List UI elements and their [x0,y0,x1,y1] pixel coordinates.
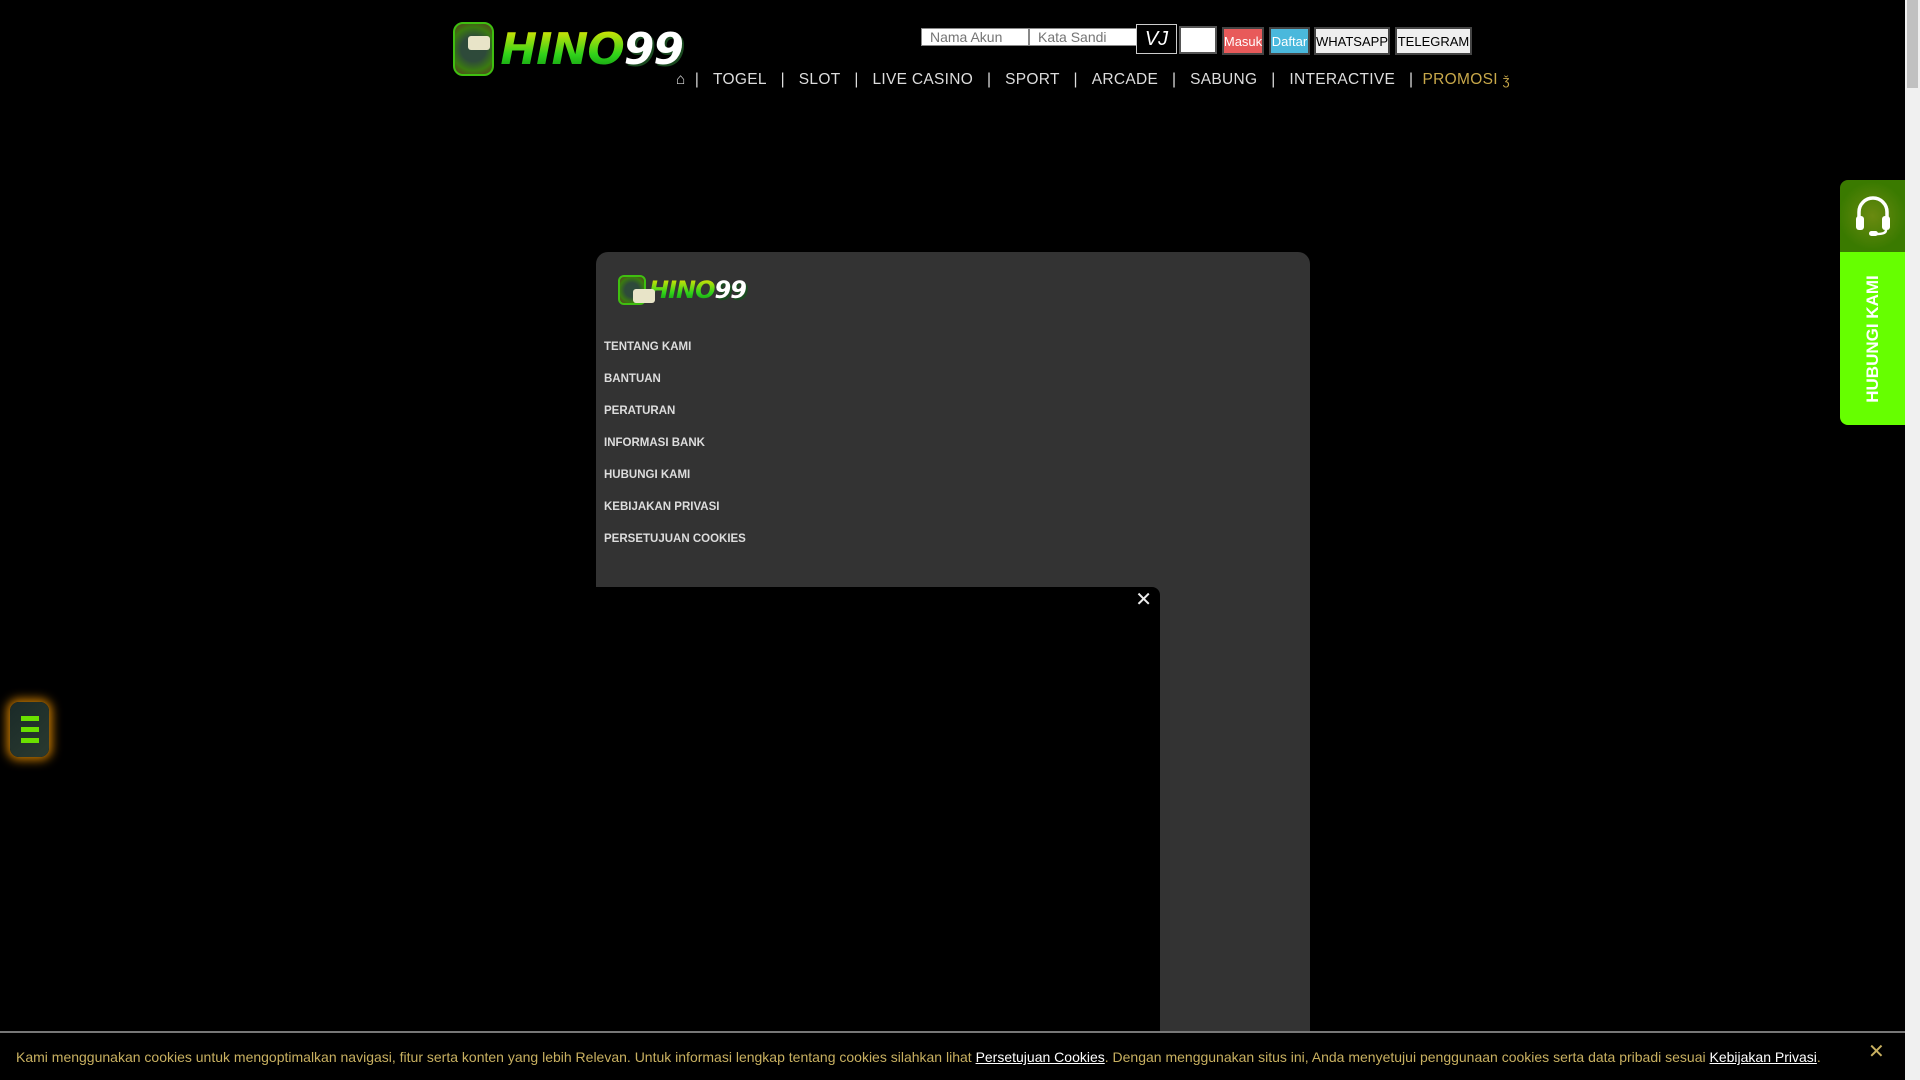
cookie-banner: Kami menggunakan cookies untuk mengoptim… [0,1031,1905,1080]
menu-toggle-button[interactable] [10,702,49,757]
cookie-text: Kami menggunakan cookies untuk mengoptim… [16,1049,976,1065]
logo-emblem-icon [453,22,495,76]
nav-item-arcade[interactable]: ARCADE [1092,71,1158,89]
telegram-button[interactable]: TELEGRAM [1395,27,1472,55]
nav-item-live-casino[interactable]: LIVE CASINO [872,71,973,89]
footer-link-tentang-kami[interactable]: TENTANG KAMI [604,341,691,353]
username-input[interactable] [921,28,1029,46]
nav-item-togel[interactable]: TOGEL [713,71,767,89]
login-button[interactable]: Masuk [1222,27,1264,55]
logo-text: HINO99 [500,23,684,75]
footer-link-bantuan[interactable]: BANTUAN [604,373,661,385]
modal-close-icon[interactable]: ✕ [1135,587,1152,612]
footer-link-informasi-bank[interactable]: INFORMASI BANK [604,437,705,449]
cookie-text: . [1816,1049,1821,1065]
main-nav: ⌂ | TOGEL | SLOT | LIVE CASINO | SPORT |… [676,69,1510,91]
home-icon[interactable]: ⌂ [676,71,686,89]
nav-item-promosi[interactable]: PROMOSI [1423,71,1498,89]
scrollbar-thumb[interactable] [1907,0,1918,88]
logo-emblem-icon [618,275,655,305]
footer-link-kebijakan-privasi[interactable]: KEBIJAKAN PRIVASI [604,501,719,513]
cookie-close-icon[interactable]: ✕ [1868,1039,1885,1064]
register-button[interactable]: Daftar [1269,27,1310,55]
cookie-text: . Dengan menggunakan situs ini, Anda men… [1104,1049,1710,1065]
nav-item-sport[interactable]: SPORT [1005,71,1060,89]
whatsapp-button[interactable]: WHATSAPP [1314,27,1390,55]
captcha-input[interactable] [1179,26,1217,54]
nav-item-slot[interactable]: SLOT [799,71,841,89]
nav-item-interactive[interactable]: INTERACTIVE [1289,71,1395,89]
scrollbar[interactable] [1905,0,1920,1080]
footer-logo: HINO99 [618,275,747,305]
privacy-policy-link[interactable]: Kebijakan Privasi [1710,1049,1817,1065]
cookie-consent-link[interactable]: Persetujuan Cookies [976,1049,1105,1065]
footer-link-persetujuan-cookies[interactable]: PERSETUJUAN COOKIES [604,533,746,545]
popup-modal: ✕ [596,587,1160,1080]
password-input[interactable] [1029,28,1137,46]
headset-icon [1840,180,1905,252]
promo-icon: ǯ [1502,72,1510,88]
captcha-image: VJ [1136,24,1177,54]
nav-item-sabung[interactable]: SABUNG [1190,71,1257,89]
footer-link-peraturan[interactable]: PERATURAN [604,405,675,417]
footer-link-hubungi-kami[interactable]: HUBUNGI KAMI [604,469,690,481]
contact-widget[interactable]: HUBUNGI KAMI [1840,180,1905,425]
contact-label: HUBUNGI KAMI [1862,274,1882,403]
site-logo[interactable]: HINO99 [453,21,684,77]
